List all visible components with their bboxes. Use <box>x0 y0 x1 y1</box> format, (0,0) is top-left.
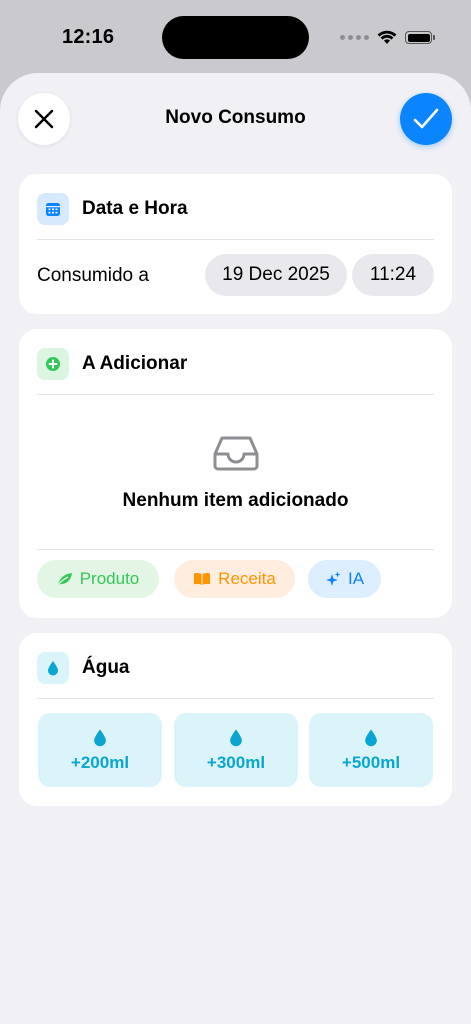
water-drop-icon <box>94 728 106 746</box>
date-picker-button[interactable]: 19 Dec 2025 <box>205 254 347 296</box>
add-items-title: A Adicionar <box>82 353 188 374</box>
cellular-signal-icon <box>340 35 369 40</box>
water-amount-label: +200ml <box>70 752 130 772</box>
time-picker-button[interactable]: 11:24 <box>352 254 434 296</box>
date-time-card: Data e Hora Consumido a 19 Dec 2025 11:2… <box>19 174 452 314</box>
add-water-200-button[interactable]: +200ml <box>38 713 162 787</box>
water-card: Água +200ml +300ml +500ml <box>19 633 452 806</box>
book-icon <box>194 572 211 585</box>
divider <box>37 549 434 550</box>
water-drop-icon <box>37 652 69 684</box>
new-consumption-sheet: Novo Consumo Data e Hora Consumido a 19 … <box>0 73 471 1024</box>
divider <box>37 394 434 395</box>
add-product-button[interactable]: Produto <box>37 560 159 598</box>
calendar-icon <box>37 193 69 225</box>
water-amount-label: +300ml <box>206 752 266 772</box>
plus-circle-icon <box>37 348 69 380</box>
leaf-icon <box>57 573 72 586</box>
confirm-button[interactable] <box>400 93 452 145</box>
water-drop-icon <box>230 728 242 746</box>
chip-label-ai: IA <box>347 569 365 588</box>
divider <box>37 698 434 699</box>
water-header: Água <box>37 651 434 685</box>
checkmark-icon <box>413 108 439 129</box>
add-items-card: A Adicionar Nenhum item adicionado Produ… <box>19 329 452 618</box>
water-amount-label: +500ml <box>341 752 401 772</box>
add-ai-button[interactable]: IA <box>308 560 381 598</box>
add-water-500-button[interactable]: +500ml <box>309 713 433 787</box>
chip-label-recipe: Receita <box>218 569 276 588</box>
date-time-header: Data e Hora <box>37 192 434 226</box>
add-items-header: A Adicionar <box>37 347 434 381</box>
system-icons <box>340 30 435 45</box>
water-title: Água <box>82 657 130 678</box>
wifi-icon <box>377 30 397 44</box>
water-drop-icon <box>365 728 377 746</box>
dynamic-island <box>162 16 309 59</box>
add-water-300-button[interactable]: +300ml <box>174 713 298 787</box>
battery-icon <box>405 31 435 44</box>
add-recipe-button[interactable]: Receita <box>174 560 295 598</box>
consumed-at-label: Consumido a <box>37 265 149 286</box>
tray-icon <box>213 436 258 471</box>
status-bar: 12:16 <box>0 0 471 75</box>
divider <box>37 239 434 240</box>
sparkles-icon <box>325 571 341 586</box>
status-time: 12:16 <box>62 26 115 48</box>
chip-label-product: Produto <box>79 569 140 588</box>
date-time-title: Data e Hora <box>82 198 188 219</box>
empty-state-message: Nenhum item adicionado <box>122 490 349 511</box>
